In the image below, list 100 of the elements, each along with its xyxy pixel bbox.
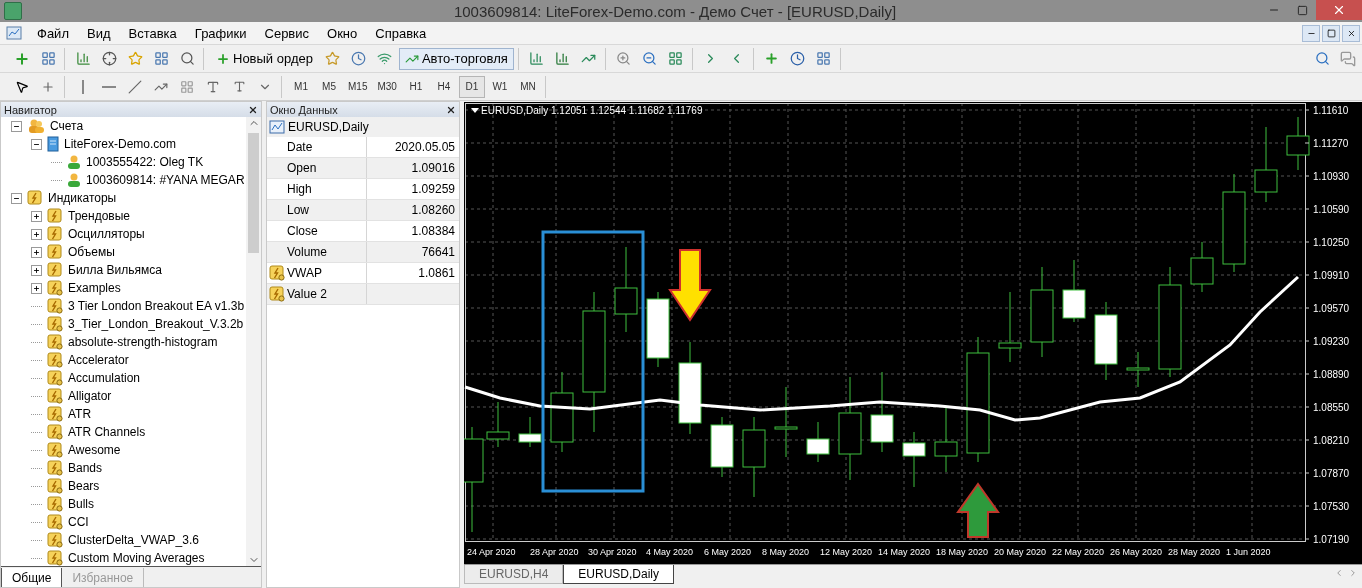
tree-item[interactable]: ClusterDelta_VWAP_3.6 <box>68 533 199 547</box>
bearish-candle <box>902 431 926 488</box>
tree-item[interactable]: Счета <box>50 119 84 133</box>
date-label: 18 May 2020 <box>936 547 989 557</box>
tree-item[interactable]: Объемы <box>68 245 115 259</box>
data-value: 1.09016 <box>410 160 456 177</box>
folder-function-icon <box>47 208 63 224</box>
tree-item[interactable]: Custom Moving Averages <box>68 551 205 565</box>
price-label: 1.11270 <box>1313 138 1349 149</box>
timeframe-button[interactable]: W1 <box>486 75 513 98</box>
close-button[interactable] <box>1342 24 1360 42</box>
close-icon <box>1332 3 1346 17</box>
bar-chart-icon <box>555 51 571 66</box>
date-label: 30 Apr 2020 <box>588 547 637 557</box>
tree-item[interactable]: 1003555422: Oleg TK <box>86 155 204 169</box>
tree-item[interactable]: Accumulation <box>68 371 141 385</box>
tree-item[interactable]: Examples <box>68 281 121 295</box>
menu-item[interactable]: Вставка <box>119 25 186 41</box>
dropdown-icon[interactable] <box>471 108 479 113</box>
date-label: 1 Jun 2020 <box>1226 547 1271 557</box>
tree-item[interactable]: Alligator <box>68 389 112 403</box>
timeframe-button[interactable]: MN <box>514 75 541 98</box>
tree-item[interactable]: Bears <box>68 479 100 493</box>
bearish-candle <box>518 416 542 448</box>
timeframe-button[interactable]: M30 <box>373 75 401 98</box>
expand-icon[interactable] <box>31 210 42 222</box>
expand-icon[interactable] <box>31 264 42 276</box>
tree-item[interactable]: Awesome <box>68 443 121 457</box>
tree-item[interactable]: LiteForex-Demo.com <box>64 137 177 151</box>
scroll-thumb[interactable] <box>248 133 259 253</box>
menu-item[interactable]: Вид <box>77 25 120 41</box>
grid-icon <box>816 51 832 66</box>
tree-item[interactable]: Индикаторы <box>48 191 117 205</box>
grid-icon <box>668 51 684 66</box>
tree-item[interactable]: Билла Вильямса <box>68 263 162 277</box>
menu-item[interactable]: Файл <box>28 25 78 41</box>
bullish-candle <box>774 386 798 458</box>
indicator-icon <box>47 280 63 296</box>
tree-item[interactable]: Трендовые <box>68 209 130 223</box>
diagonal-line-icon <box>128 79 142 94</box>
restore-icon <box>1296 4 1308 16</box>
tree-item[interactable]: Bands <box>68 461 103 475</box>
collapse-icon[interactable] <box>11 120 22 132</box>
data-value: 1.09259 <box>410 181 456 198</box>
bearish-candle <box>710 416 734 478</box>
menu-item[interactable]: Справка <box>366 25 436 41</box>
timeframe-button[interactable]: D1 <box>458 75 485 98</box>
tree-item[interactable]: ATR <box>68 407 92 421</box>
scrollbar[interactable] <box>246 117 261 566</box>
price-label: 1.10930 <box>1313 171 1350 182</box>
date-label: 12 May 2020 <box>820 547 873 557</box>
bullish-candle <box>1126 351 1150 388</box>
panel-tab[interactable]: Общие <box>1 568 63 587</box>
timeframe-button[interactable]: H1 <box>402 75 429 98</box>
price-label: 1.07870 <box>1313 468 1350 479</box>
price-label: 1.09910 <box>1313 270 1350 281</box>
close-icon[interactable] <box>248 104 258 115</box>
close-icon[interactable] <box>446 104 456 115</box>
panel-title: Навигатор <box>4 103 58 116</box>
scroll-right-icon[interactable] <box>1348 568 1358 578</box>
menu-item[interactable]: Окно <box>318 25 367 41</box>
collapse-icon[interactable] <box>11 192 22 204</box>
tree-item[interactable]: 3 Tier London Breakout EA v1.3b <box>68 299 245 313</box>
collapse-icon[interactable] <box>31 138 42 150</box>
data-label: Volume <box>287 245 328 259</box>
tree-item[interactable]: CCI <box>68 515 89 529</box>
signal-icon <box>377 51 393 66</box>
tree-item[interactable]: 3_Tier_London_Breakout_V.3.2b <box>68 317 244 331</box>
expand-icon[interactable] <box>31 282 42 294</box>
menu-item[interactable]: Сервис <box>255 25 319 41</box>
indicator-icon <box>47 532 63 548</box>
search-icon[interactable] <box>1315 51 1330 66</box>
tree-item[interactable]: Осцилляторы <box>68 227 145 241</box>
minimize-button[interactable] <box>1302 24 1320 42</box>
indicator-icon <box>47 298 63 314</box>
date-label: 4 May 2020 <box>646 547 694 557</box>
restore-button[interactable] <box>1322 24 1340 42</box>
tree-item[interactable]: absolute-strength-histogram <box>68 335 218 349</box>
new-order-button[interactable]: Новый ордер <box>210 47 319 70</box>
crosshair-icon <box>101 51 117 66</box>
chart-tab[interactable]: EURUSD,H4 <box>464 565 564 584</box>
tree-item[interactable]: Accelerator <box>68 353 129 367</box>
chart-tab[interactable]: EURUSD,Daily <box>563 565 675 584</box>
tree-item[interactable]: ATR Channels <box>68 425 146 439</box>
scroll-left-icon[interactable] <box>1334 568 1344 578</box>
auto-trading-button[interactable]: Авто-торговля <box>398 47 514 70</box>
expand-icon[interactable] <box>31 246 42 258</box>
timeframe-button[interactable]: M1 <box>288 75 314 98</box>
timeframe-button[interactable]: M15 <box>344 75 372 98</box>
clock-icon <box>351 51 367 66</box>
chart-header: EURUSD,Daily 1.12051 1.12544 1.11682 1.11769 <box>481 105 703 116</box>
timeframe-button[interactable]: M5 <box>316 75 342 98</box>
menu-item[interactable]: Графики <box>185 25 256 41</box>
tree-item[interactable]: Bulls <box>68 497 94 511</box>
timeframe-button[interactable]: H4 <box>430 75 457 98</box>
data-value: 1.0861 <box>417 265 456 282</box>
chat-icon[interactable] <box>1340 50 1356 67</box>
expand-icon[interactable] <box>31 228 42 240</box>
tree-item[interactable]: 1003609814: #YANA MEGAR <box>86 173 245 187</box>
indicator-icon <box>47 514 63 530</box>
